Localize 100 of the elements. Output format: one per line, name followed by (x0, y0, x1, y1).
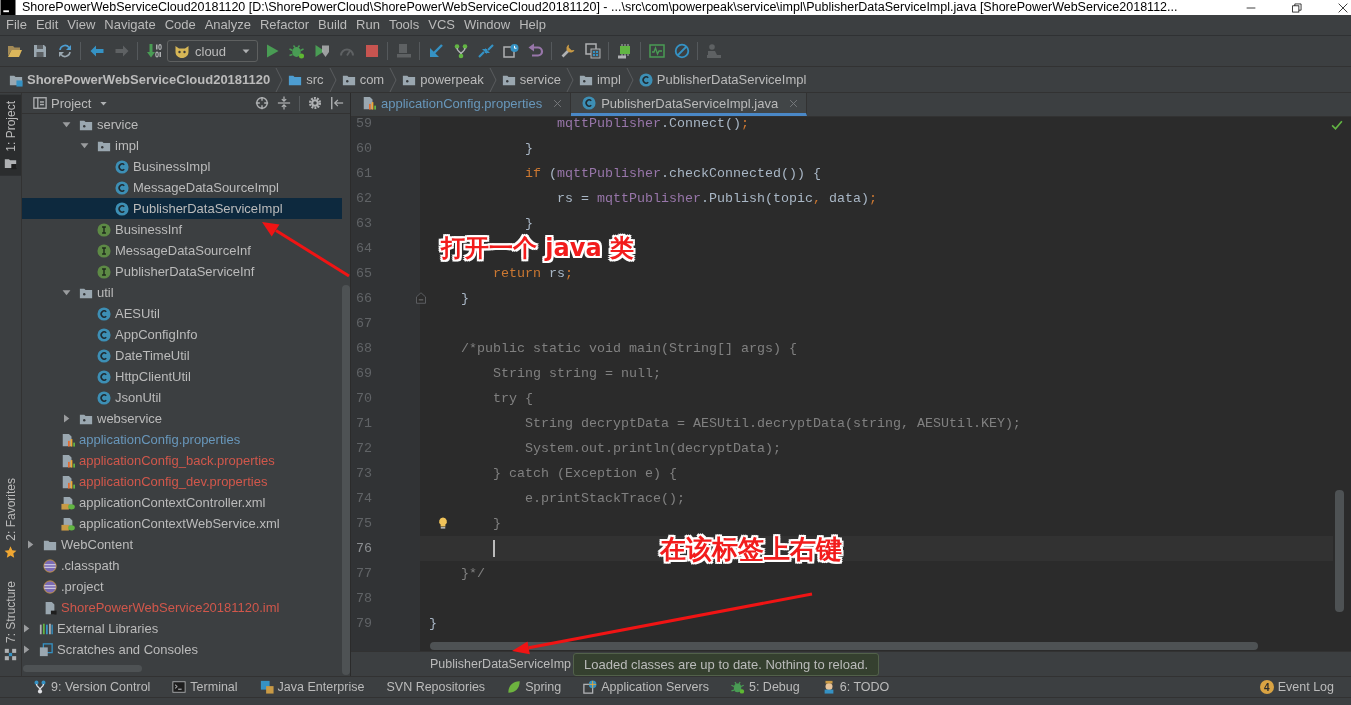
waveform-icon[interactable] (648, 43, 665, 59)
tooltip: Loaded classes are up to date. Nothing to reload. (573, 653, 880, 676)
tree-item[interactable]: BusinessInf (22, 219, 342, 240)
play-shield-icon[interactable] (313, 43, 330, 59)
menu-item[interactable]: Refactor (259, 16, 310, 34)
view-dropdown[interactable]: Project (51, 95, 109, 111)
tree-item[interactable]: AppConfigInfo (22, 324, 342, 345)
undo-arrow-icon[interactable] (527, 43, 544, 59)
tree-arrow-icon[interactable] (22, 624, 31, 633)
gear-icon[interactable] (308, 96, 322, 110)
sync-icon[interactable] (56, 43, 73, 59)
bug-icon[interactable] (288, 43, 305, 59)
menu-item[interactable]: Run (356, 16, 380, 34)
hide-icon[interactable] (330, 96, 344, 110)
scrollbar[interactable] (23, 665, 142, 672)
tool-window-button[interactable]: Spring (496, 680, 573, 694)
tree-item[interactable]: webservice (22, 408, 342, 429)
fold-marker-icon[interactable] (415, 292, 427, 304)
breadcrumb-item[interactable]: service (501, 72, 561, 87)
window-clock-icon[interactable] (502, 43, 519, 59)
collapse-arrows-icon[interactable] (277, 96, 291, 110)
tree-item[interactable]: MessageDataSourceImpl (22, 177, 342, 198)
scrollbar[interactable] (342, 285, 350, 675)
down-arrow-icon[interactable] (145, 43, 162, 59)
lightbulb-icon[interactable] (437, 517, 449, 529)
tree-arrow-icon[interactable] (62, 414, 71, 423)
tree-item[interactable]: WebContent (22, 534, 342, 555)
crosshair-icon[interactable] (255, 96, 269, 110)
menu-item[interactable]: View (67, 16, 96, 34)
breadcrumb-item[interactable]: src (288, 72, 324, 87)
menu-item[interactable]: Help (519, 16, 546, 34)
tree-item[interactable]: impl (22, 135, 342, 156)
tool-window-button[interactable]: 1: Project (0, 95, 21, 176)
tree-item[interactable]: MessageDataSourceInf (22, 240, 342, 261)
tree-item[interactable]: applicationContextController.xml (22, 492, 342, 513)
tool-window-button[interactable]: SVN Repositories (375, 680, 497, 694)
breadcrumb-item[interactable]: PublisherDataServiceImpl (638, 72, 807, 87)
tree-item[interactable]: applicationConfig.properties (22, 429, 342, 450)
tree-item[interactable]: BusinessImpl (22, 156, 342, 177)
tree-arrow-icon[interactable] (80, 141, 89, 150)
tool-window-button[interactable]: 6: TODO (810, 680, 901, 694)
tree-item[interactable]: service (22, 114, 342, 135)
tree-item[interactable]: PublisherDataServiceInf (22, 261, 342, 282)
letter-c-icon (638, 72, 653, 87)
breadcrumb-item[interactable]: com (341, 72, 385, 87)
menu-item[interactable]: Navigate (104, 16, 156, 34)
breadcrumb-item[interactable]: ShorePowerWebServiceCloud20181120 (9, 72, 271, 87)
tree-arrow-icon[interactable] (62, 120, 71, 129)
tool-window-button[interactable]: Java Enterprise (248, 680, 376, 694)
close-icon[interactable] (1338, 2, 1348, 13)
tree-item[interactable]: DateTimeUtil (22, 345, 342, 366)
tree-item[interactable]: HttpClientUtil (22, 366, 342, 387)
tree-arrow-icon[interactable] (62, 288, 71, 297)
breadcrumb-item[interactable]: PublisherDataServiceImp (430, 657, 572, 671)
tree-item[interactable]: AESUtil (22, 303, 342, 324)
tool-window-button[interactable]: 2: Favorites (0, 472, 21, 565)
tool-window-button[interactable]: 7: Structure (0, 574, 21, 667)
tool-window-button[interactable]: Terminal (161, 680, 249, 694)
chip-icon[interactable] (616, 43, 633, 59)
branch-icon[interactable] (452, 43, 469, 59)
folder-icon[interactable] (6, 43, 23, 59)
menu-item[interactable]: File (6, 16, 27, 34)
menu-item[interactable]: Edit (35, 16, 59, 34)
diagonal-arrow-icon[interactable] (427, 43, 444, 59)
tree-item[interactable]: PublisherDataServiceImpl (22, 198, 342, 219)
no-entry-icon[interactable] (673, 43, 690, 59)
tree-item[interactable]: JsonUtil (22, 387, 342, 408)
tool-window-button[interactable]: Application Servers (572, 680, 720, 694)
breadcrumb-item[interactable]: powerpeak (402, 72, 484, 87)
stop-icon[interactable] (363, 43, 380, 59)
tree-item[interactable]: util (22, 282, 342, 303)
document-tag-icon (61, 516, 75, 531)
tree-item[interactable]: Scratches and Consoles (22, 639, 342, 660)
tree-arrow-icon[interactable] (26, 540, 35, 549)
scrollbar[interactable] (1335, 490, 1344, 612)
tree-item[interactable]: External Libraries (22, 618, 342, 639)
tool-window-button[interactable]: 4 Event Log (1248, 680, 1345, 694)
menu-item[interactable]: Code (164, 16, 196, 34)
editor-tab[interactable]: PublisherDataServiceImpl.java (571, 93, 808, 116)
menu-item[interactable]: Tools (388, 16, 420, 34)
left-arrow-icon[interactable] (88, 43, 105, 59)
tree-item[interactable]: .classpath (22, 555, 342, 576)
menu-item[interactable]: Window (463, 16, 511, 34)
menu-item[interactable]: Analyze (204, 16, 251, 34)
code-line: try { (493, 391, 533, 406)
breadcrumb-item[interactable]: impl (579, 72, 621, 87)
arrows-icon[interactable] (477, 43, 494, 59)
tree-item[interactable]: .project (22, 576, 342, 597)
tree-item[interactable]: applicationContextWebService.xml (22, 513, 342, 534)
wrench-icon[interactable] (559, 43, 576, 59)
run-configuration-dropdown[interactable]: cloud (167, 40, 258, 62)
restore-icon[interactable] (1292, 2, 1302, 13)
menu-item[interactable]: VCS (428, 16, 455, 34)
tree-arrow-icon[interactable] (22, 645, 31, 654)
tool-window-button[interactable]: 5: Debug (719, 680, 811, 694)
code-line: } catch (Exception e) { (493, 466, 677, 481)
scrollbar[interactable] (430, 642, 1258, 650)
grid-icon[interactable] (584, 43, 601, 59)
menu-item[interactable]: Build (318, 16, 347, 34)
tool-window-button[interactable]: 9: Version Control (22, 680, 162, 694)
